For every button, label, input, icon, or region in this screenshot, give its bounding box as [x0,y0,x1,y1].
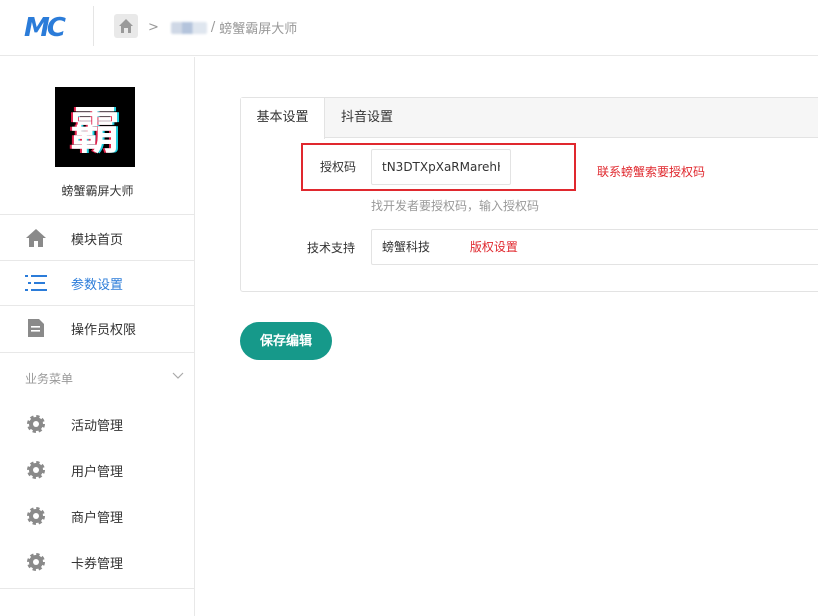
home-button[interactable] [114,14,138,38]
app-avatar: 霸 [55,87,135,167]
tab-bar: 基本设置 抖音设置 [241,98,818,139]
sidebar-item-home[interactable]: 模块首页 [0,216,195,260]
breadcrumb-slash: / [210,20,216,35]
auth-code-label: 授权码 [320,160,357,174]
auth-code-input[interactable] [371,149,511,185]
save-button[interactable]: 保存编辑 [240,322,332,360]
sidebar-item-coupons[interactable]: 卡券管理 [0,540,195,584]
svg-text:MC: MC [24,13,66,40]
sidebar-item-label: 参数设置 [71,277,124,293]
breadcrumb-separator: > [148,20,159,35]
tab-douyin-settings[interactable]: 抖音设置 [325,98,409,139]
app-name: 螃蟹霸屏大师 [61,184,134,198]
sidebar-item-label: 模块首页 [71,232,124,248]
breadcrumb-blurred-item[interactable] [170,21,207,34]
contact-note: 联系螃蟹索要授权码 [597,165,706,179]
sidebar-item-activity[interactable]: 活动管理 [0,402,195,446]
avatar-glyph: 霸 [70,101,120,160]
gear-icon [25,459,47,481]
sidebar-item-label: 用户管理 [71,464,124,480]
list-icon [25,272,47,294]
document-icon [25,317,47,339]
gear-icon [25,505,47,527]
logo-icon[interactable]: MC [24,12,72,40]
auth-code-hint: 找开发者要授权码，输入授权码 [371,199,540,213]
breadcrumb: > / 螃蟹霸屏大师 [148,18,297,37]
sidebar-item-label: 操作员权限 [71,322,137,338]
sidebar-divider [0,214,195,215]
sidebar: 霸 螃蟹霸屏大师 模块首页 参数设置 操作员权限 业务菜单 活动管理 用户管理 … [0,57,195,616]
top-divider [93,6,94,46]
sidebar-divider [0,352,195,353]
sidebar-item-params[interactable]: 参数设置 [0,261,195,305]
gear-icon [25,551,47,573]
copyright-settings-link[interactable]: 版权设置 [470,240,518,254]
sidebar-item-label: 活动管理 [71,418,124,434]
tab-basic-settings[interactable]: 基本设置 [241,98,325,139]
support-label: 技术支持 [307,241,356,255]
support-value: 螃蟹科技 [382,240,431,254]
sidebar-item-operator-permissions[interactable]: 操作员权限 [0,306,195,350]
sidebar-item-label: 商户管理 [71,510,124,526]
section-title-business[interactable]: 业务菜单 [25,370,73,387]
sidebar-item-label: 卡券管理 [71,556,124,572]
home-icon [119,19,133,33]
sidebar-item-merchants[interactable]: 商户管理 [0,494,195,538]
home-icon [25,227,47,249]
support-field[interactable]: 螃蟹科技 版权设置 [371,229,818,265]
sidebar-divider [0,588,195,589]
gear-icon [25,413,47,435]
top-bar: MC > / 螃蟹霸屏大师 [0,0,818,56]
breadcrumb-current: 螃蟹霸屏大师 [219,22,298,37]
sidebar-item-users[interactable]: 用户管理 [0,448,195,492]
chevron-down-icon[interactable] [172,370,184,382]
